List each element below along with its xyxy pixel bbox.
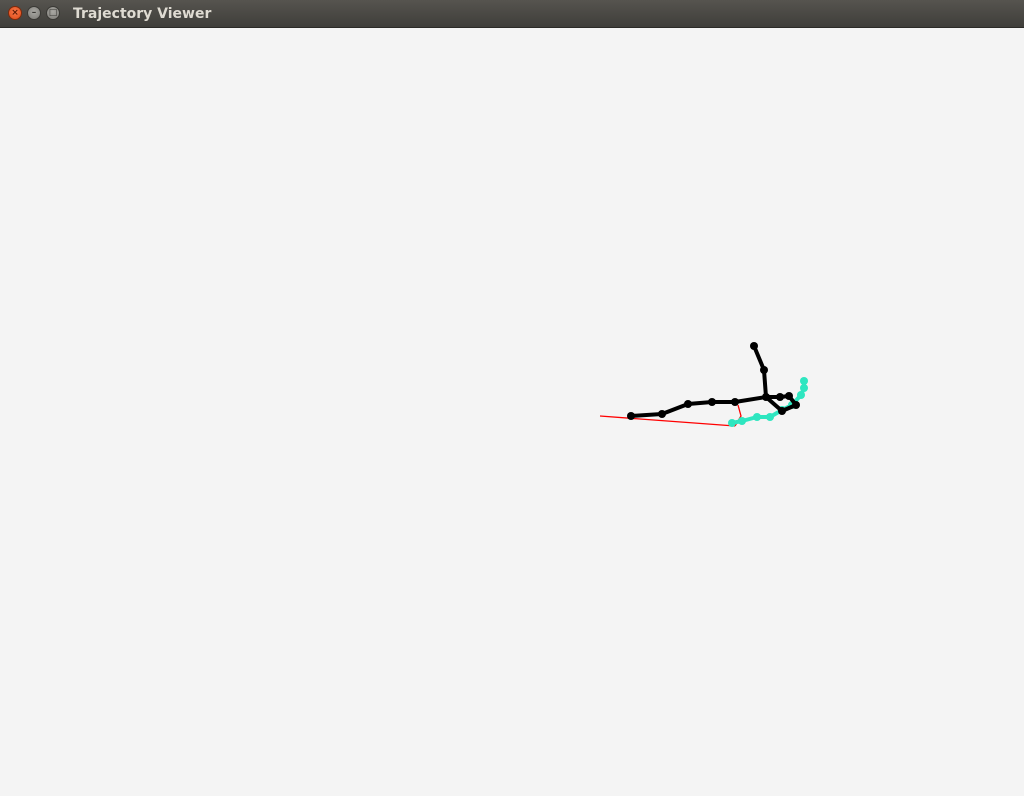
app-window: × – □ Trajectory Viewer <box>0 0 1024 796</box>
skeleton-joint <box>684 400 692 408</box>
maximize-icon: □ <box>48 8 58 18</box>
skeleton-joint <box>627 412 635 420</box>
minimize-button[interactable]: – <box>27 6 41 20</box>
window-title: Trajectory Viewer <box>73 6 212 22</box>
trajectory-point <box>800 377 808 385</box>
maximize-button[interactable]: □ <box>46 6 60 20</box>
minimize-icon: – <box>31 8 37 18</box>
skeleton-joint <box>792 401 800 409</box>
trajectory-point <box>797 391 805 399</box>
reference-line <box>599 415 736 427</box>
skeleton-joint <box>776 393 784 401</box>
skeleton-joint <box>778 407 786 415</box>
skeleton-joint <box>658 410 666 418</box>
close-button[interactable]: × <box>8 6 22 20</box>
skeleton-joint <box>731 398 739 406</box>
skeleton-joint <box>785 392 793 400</box>
skeleton-joint <box>760 366 768 374</box>
title-bar[interactable]: × – □ Trajectory Viewer <box>0 0 1024 28</box>
trajectory-point <box>766 413 774 421</box>
trajectory-scene <box>599 342 808 427</box>
trajectory-point <box>753 413 761 421</box>
trajectory-point <box>738 417 746 425</box>
trajectory-point <box>728 419 736 427</box>
close-icon: × <box>11 8 19 18</box>
viewer-canvas[interactable] <box>0 28 1024 796</box>
skeleton-joint <box>708 398 716 406</box>
trajectory-point <box>800 384 808 392</box>
skeleton-joint <box>762 393 770 401</box>
skeleton-joint <box>750 342 758 350</box>
